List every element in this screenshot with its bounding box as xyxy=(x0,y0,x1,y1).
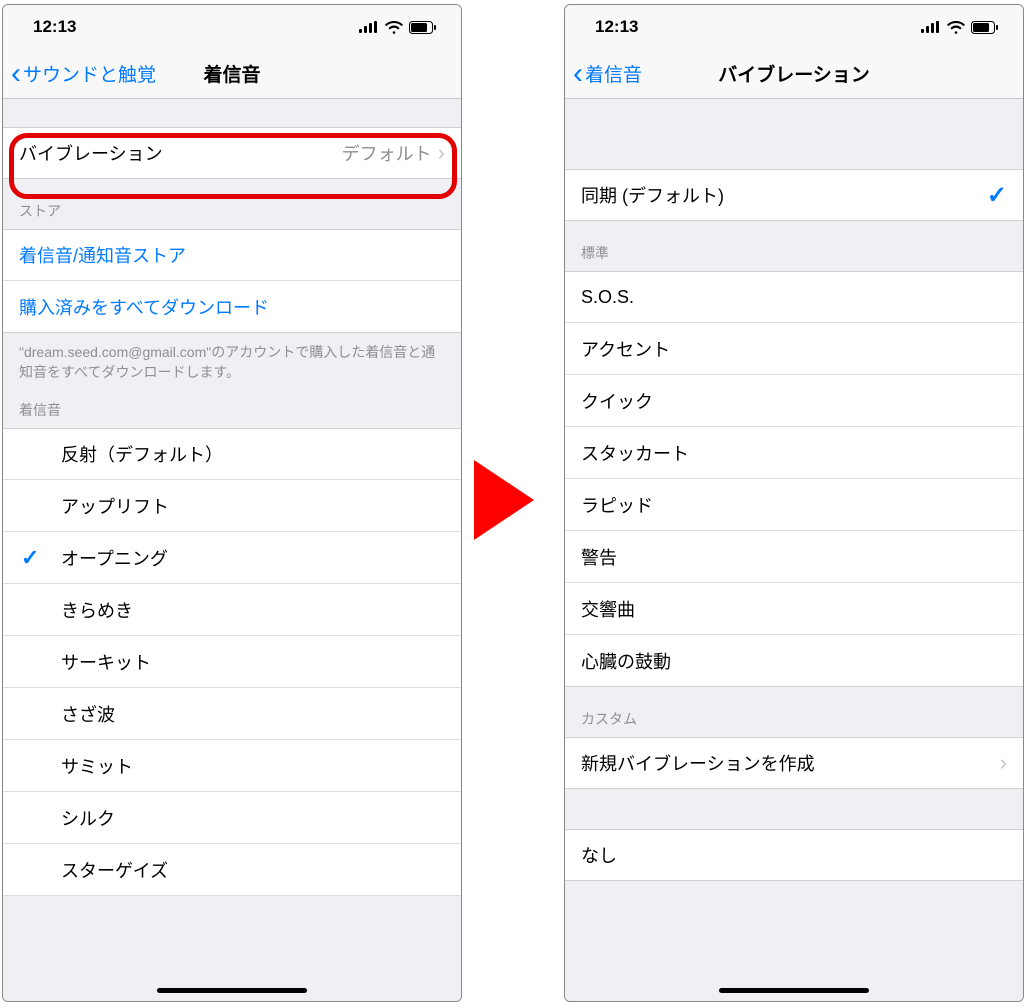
nav-bar: ‹ 着信音 バイブレーション xyxy=(565,49,1023,99)
vibration-item[interactable]: 警告 xyxy=(565,531,1023,583)
custom-header: カスタム xyxy=(565,687,1023,737)
home-indicator[interactable] xyxy=(719,988,869,993)
back-button[interactable]: ‹ 着信音 xyxy=(565,59,642,89)
sync-cell[interactable]: 同期 (デフォルト) ✓ xyxy=(565,169,1023,221)
checkmark-icon: ✓ xyxy=(987,181,1007,210)
content: 同期 (デフォルト) ✓ 標準 S.O.S. アクセント クイック スタッカート… xyxy=(565,99,1023,1001)
ringtone-item[interactable]: シルク xyxy=(3,792,461,844)
chevron-right-icon: › xyxy=(438,140,445,166)
vibration-item[interactable]: アクセント xyxy=(565,323,1023,375)
vibration-value: デフォルト xyxy=(342,140,432,166)
cellular-icon xyxy=(359,21,379,33)
vibration-item[interactable]: スタッカート xyxy=(565,427,1023,479)
ringtone-item[interactable]: アップリフト xyxy=(3,480,461,532)
none-cell[interactable]: なし xyxy=(565,829,1023,881)
battery-icon xyxy=(409,21,437,34)
ringtone-item[interactable]: サミット xyxy=(3,740,461,792)
store-link-2[interactable]: 購入済みをすべてダウンロード xyxy=(3,281,461,333)
home-indicator[interactable] xyxy=(157,988,307,993)
phone-right: 12:13 ‹ 着信音 バイブレーション 同期 (デフォルト) ✓ 標準 S.O… xyxy=(564,4,1024,1002)
chevron-left-icon: ‹ xyxy=(573,59,583,89)
back-label: サウンドと触覚 xyxy=(23,60,156,87)
vibration-item[interactable]: クイック xyxy=(565,375,1023,427)
vibration-item[interactable]: ラピッド xyxy=(565,479,1023,531)
cellular-icon xyxy=(921,21,941,33)
status-bar: 12:13 xyxy=(565,5,1023,49)
wifi-icon xyxy=(947,21,965,34)
status-time: 12:13 xyxy=(33,17,76,37)
store-header: ストア xyxy=(3,179,461,229)
arrow-icon xyxy=(474,460,534,540)
store-footer: "dream.seed.com@gmail.com"のアカウントで購入した着信音… xyxy=(3,333,461,388)
status-icons xyxy=(359,21,437,34)
nav-bar: ‹ サウンドと触覚 着信音 xyxy=(3,49,461,99)
ringtone-item[interactable]: ✓ オープニング xyxy=(3,532,461,584)
chevron-left-icon: ‹ xyxy=(11,59,21,89)
status-bar: 12:13 xyxy=(3,5,461,49)
vibration-item[interactable]: S.O.S. xyxy=(565,271,1023,323)
vibration-cell[interactable]: バイブレーション デフォルト › xyxy=(3,127,461,179)
status-time: 12:13 xyxy=(595,17,638,37)
ringtone-item[interactable]: さざ波 xyxy=(3,688,461,740)
status-icons xyxy=(921,21,999,34)
back-button[interactable]: ‹ サウンドと触覚 xyxy=(3,59,156,89)
wifi-icon xyxy=(385,21,403,34)
create-vibration-cell[interactable]: 新規バイブレーションを作成 › xyxy=(565,737,1023,789)
ringtone-item[interactable]: きらめき xyxy=(3,584,461,636)
back-label: 着信音 xyxy=(585,60,642,87)
ringtone-item[interactable]: 反射（デフォルト） xyxy=(3,428,461,480)
vibration-item[interactable]: 交響曲 xyxy=(565,583,1023,635)
chevron-right-icon: › xyxy=(1000,750,1007,776)
store-link-1[interactable]: 着信音/通知音ストア xyxy=(3,229,461,281)
checkmark-icon: ✓ xyxy=(21,545,39,571)
phone-left: 12:13 ‹ サウンドと触覚 着信音 バイブレーション デフォルト › ストア xyxy=(2,4,462,1002)
vibration-item[interactable]: 心臓の鼓動 xyxy=(565,635,1023,687)
standard-header: 標準 xyxy=(565,221,1023,271)
content: バイブレーション デフォルト › ストア 着信音/通知音ストア 購入済みをすべて… xyxy=(3,99,461,1001)
ringtone-item[interactable]: スターゲイズ xyxy=(3,844,461,896)
ringtone-header: 着信音 xyxy=(3,388,461,428)
battery-icon xyxy=(971,21,999,34)
ringtone-item[interactable]: サーキット xyxy=(3,636,461,688)
vibration-label: バイブレーション xyxy=(19,140,342,166)
